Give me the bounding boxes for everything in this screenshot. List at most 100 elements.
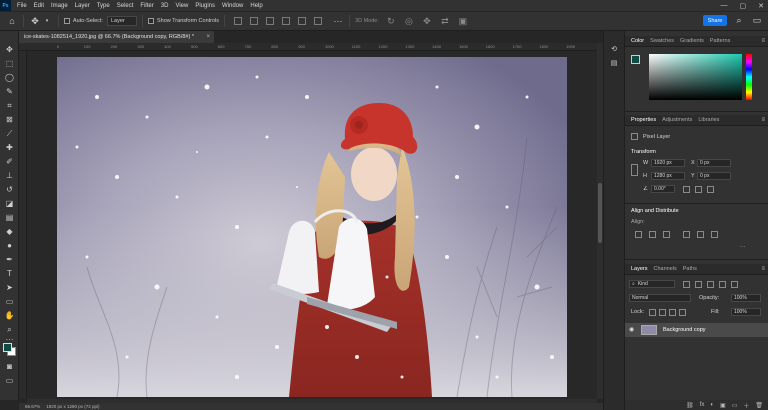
path-select-tool-icon[interactable]: ➤ (4, 282, 15, 293)
show-transform-checkbox[interactable] (147, 18, 154, 24)
auto-select-dropdown[interactable]: Layer (106, 16, 137, 26)
tab-patterns[interactable]: Patterns (710, 38, 730, 44)
filter-smart-object-icon[interactable] (731, 281, 738, 288)
lock-image-icon[interactable] (659, 309, 666, 316)
filter-type-icon[interactable] (707, 281, 714, 288)
canvas-area[interactable] (27, 51, 597, 399)
foreground-color-swatch[interactable] (631, 55, 640, 64)
layer-row[interactable]: ◉ Background copy (625, 323, 768, 337)
lasso-tool-icon[interactable]: ◯ (4, 72, 15, 83)
align-top-icon[interactable] (234, 17, 243, 25)
search-icon[interactable]: ⌕ (733, 14, 745, 26)
layer-name[interactable]: Background copy (663, 327, 706, 333)
align-vcenter-icon[interactable] (250, 17, 259, 25)
opacity-field[interactable]: 100% (731, 294, 761, 302)
quick-mask-icon[interactable]: ◙ (4, 361, 15, 372)
menu-window[interactable]: Window (222, 3, 243, 9)
3d-rotate-icon[interactable]: ↻ (385, 15, 397, 27)
align-top-icon[interactable] (683, 231, 690, 238)
tab-color[interactable]: Color (631, 38, 644, 44)
menu-layer[interactable]: Layer (75, 3, 90, 9)
new-layer-icon[interactable]: ＋ (743, 401, 749, 410)
add-mask-icon[interactable]: ◐ (710, 402, 714, 408)
fill-field[interactable]: 100% (731, 308, 761, 316)
chevron-down-icon[interactable]: ▾ (41, 15, 53, 27)
visibility-eye-icon[interactable]: ◉ (629, 326, 634, 333)
tab-layers[interactable]: Layers (631, 266, 648, 272)
more-options-icon[interactable]: ··· (332, 15, 344, 27)
menu-type[interactable]: Type (97, 3, 110, 9)
fx-icon[interactable]: fx (700, 402, 705, 408)
menu-3d[interactable]: 3D (161, 3, 169, 9)
scroll-thumb[interactable] (598, 183, 602, 243)
clone-stamp-tool-icon[interactable]: ⊥ (4, 170, 15, 181)
color-field[interactable] (649, 54, 742, 100)
panel-menu-icon[interactable]: ≡ (761, 38, 765, 44)
maximize-button[interactable]: ▢ (740, 2, 747, 10)
more-options-icon[interactable]: ··· (740, 244, 746, 250)
align-left-icon[interactable] (282, 17, 291, 25)
comments-panel-icon[interactable]: ▤ (609, 58, 619, 68)
pen-tool-icon[interactable]: ✒ (4, 254, 15, 265)
new-group-icon[interactable]: ▭ (732, 402, 738, 409)
move-tool-icon[interactable]: ✥ (29, 15, 41, 27)
align-hcenter-icon[interactable] (649, 231, 656, 238)
flip-horizontal-icon[interactable] (683, 186, 690, 193)
screen-mode-icon[interactable]: ▭ (4, 375, 15, 386)
zoom-level[interactable]: 66.67% (25, 404, 40, 409)
hue-slider[interactable] (746, 54, 752, 100)
menu-select[interactable]: Select (117, 3, 134, 9)
foreground-color-swatch[interactable] (3, 343, 12, 352)
tab-channels[interactable]: Channels (654, 266, 677, 272)
link-dimensions-icon[interactable] (631, 164, 638, 176)
tab-adjustments[interactable]: Adjustments (662, 117, 692, 123)
brush-tool-icon[interactable]: ✐ (4, 156, 15, 167)
3d-roll-icon[interactable]: ◎ (403, 15, 415, 27)
menu-edit[interactable]: Edit (34, 3, 44, 9)
3d-scale-icon[interactable]: ▣ (457, 15, 469, 27)
adjustment-layer-icon[interactable]: ▣ (720, 402, 726, 409)
align-bottom-icon[interactable] (711, 231, 718, 238)
filter-shape-icon[interactable] (719, 281, 726, 288)
x-field[interactable]: 0 px (697, 159, 731, 167)
tab-gradients[interactable]: Gradients (680, 38, 704, 44)
workspace-icon[interactable]: ▭ (751, 14, 763, 26)
minimize-button[interactable]: — (721, 2, 728, 9)
menu-view[interactable]: View (175, 3, 188, 9)
rotate-icon[interactable] (707, 186, 714, 193)
document-image[interactable] (57, 57, 567, 397)
flip-vertical-icon[interactable] (695, 186, 702, 193)
lock-position-icon[interactable] (669, 309, 676, 316)
photoshop-logo[interactable]: Ps (0, 0, 11, 11)
eraser-tool-icon[interactable]: ◪ (4, 198, 15, 209)
auto-select-checkbox[interactable] (64, 18, 70, 24)
lock-transparent-icon[interactable] (649, 309, 656, 316)
history-brush-tool-icon[interactable]: ↺ (4, 184, 15, 195)
crop-tool-icon[interactable]: ⌗ (4, 100, 15, 111)
quick-select-tool-icon[interactable]: ✎ (4, 86, 15, 97)
menu-filter[interactable]: Filter (140, 3, 153, 9)
align-left-icon[interactable] (635, 231, 642, 238)
align-vcenter-icon[interactable] (697, 231, 704, 238)
dodge-tool-icon[interactable]: ● (4, 240, 15, 251)
frame-tool-icon[interactable]: ⊠ (4, 114, 15, 125)
blur-tool-icon[interactable]: ◆ (4, 226, 15, 237)
blend-mode-dropdown[interactable]: Normal (629, 294, 691, 302)
healing-brush-tool-icon[interactable]: ✚ (4, 142, 15, 153)
tab-swatches[interactable]: Swatches (650, 38, 674, 44)
hand-tool-icon[interactable]: ✋ (4, 310, 15, 321)
filter-adjustment-icon[interactable] (695, 281, 702, 288)
link-layers-icon[interactable]: ⛓ (686, 402, 694, 409)
move-tool-icon[interactable]: ✥ (4, 44, 15, 55)
filter-pixel-icon[interactable] (683, 281, 690, 288)
align-right-icon[interactable] (314, 17, 323, 25)
menu-file[interactable]: File (17, 3, 27, 9)
align-right-icon[interactable] (663, 231, 670, 238)
angle-field[interactable]: 0.00° (651, 185, 675, 193)
tab-properties[interactable]: Properties (631, 117, 656, 123)
height-field[interactable]: 1280 px (651, 172, 685, 180)
share-button[interactable]: Share (703, 15, 727, 26)
menu-plugins[interactable]: Plugins (195, 3, 215, 9)
filter-kind-dropdown[interactable]: ⌕ Kind (629, 280, 675, 288)
document-tab[interactable]: ice-skates-1082514_1920.jpg @ 66.7% (Bac… (19, 31, 214, 43)
